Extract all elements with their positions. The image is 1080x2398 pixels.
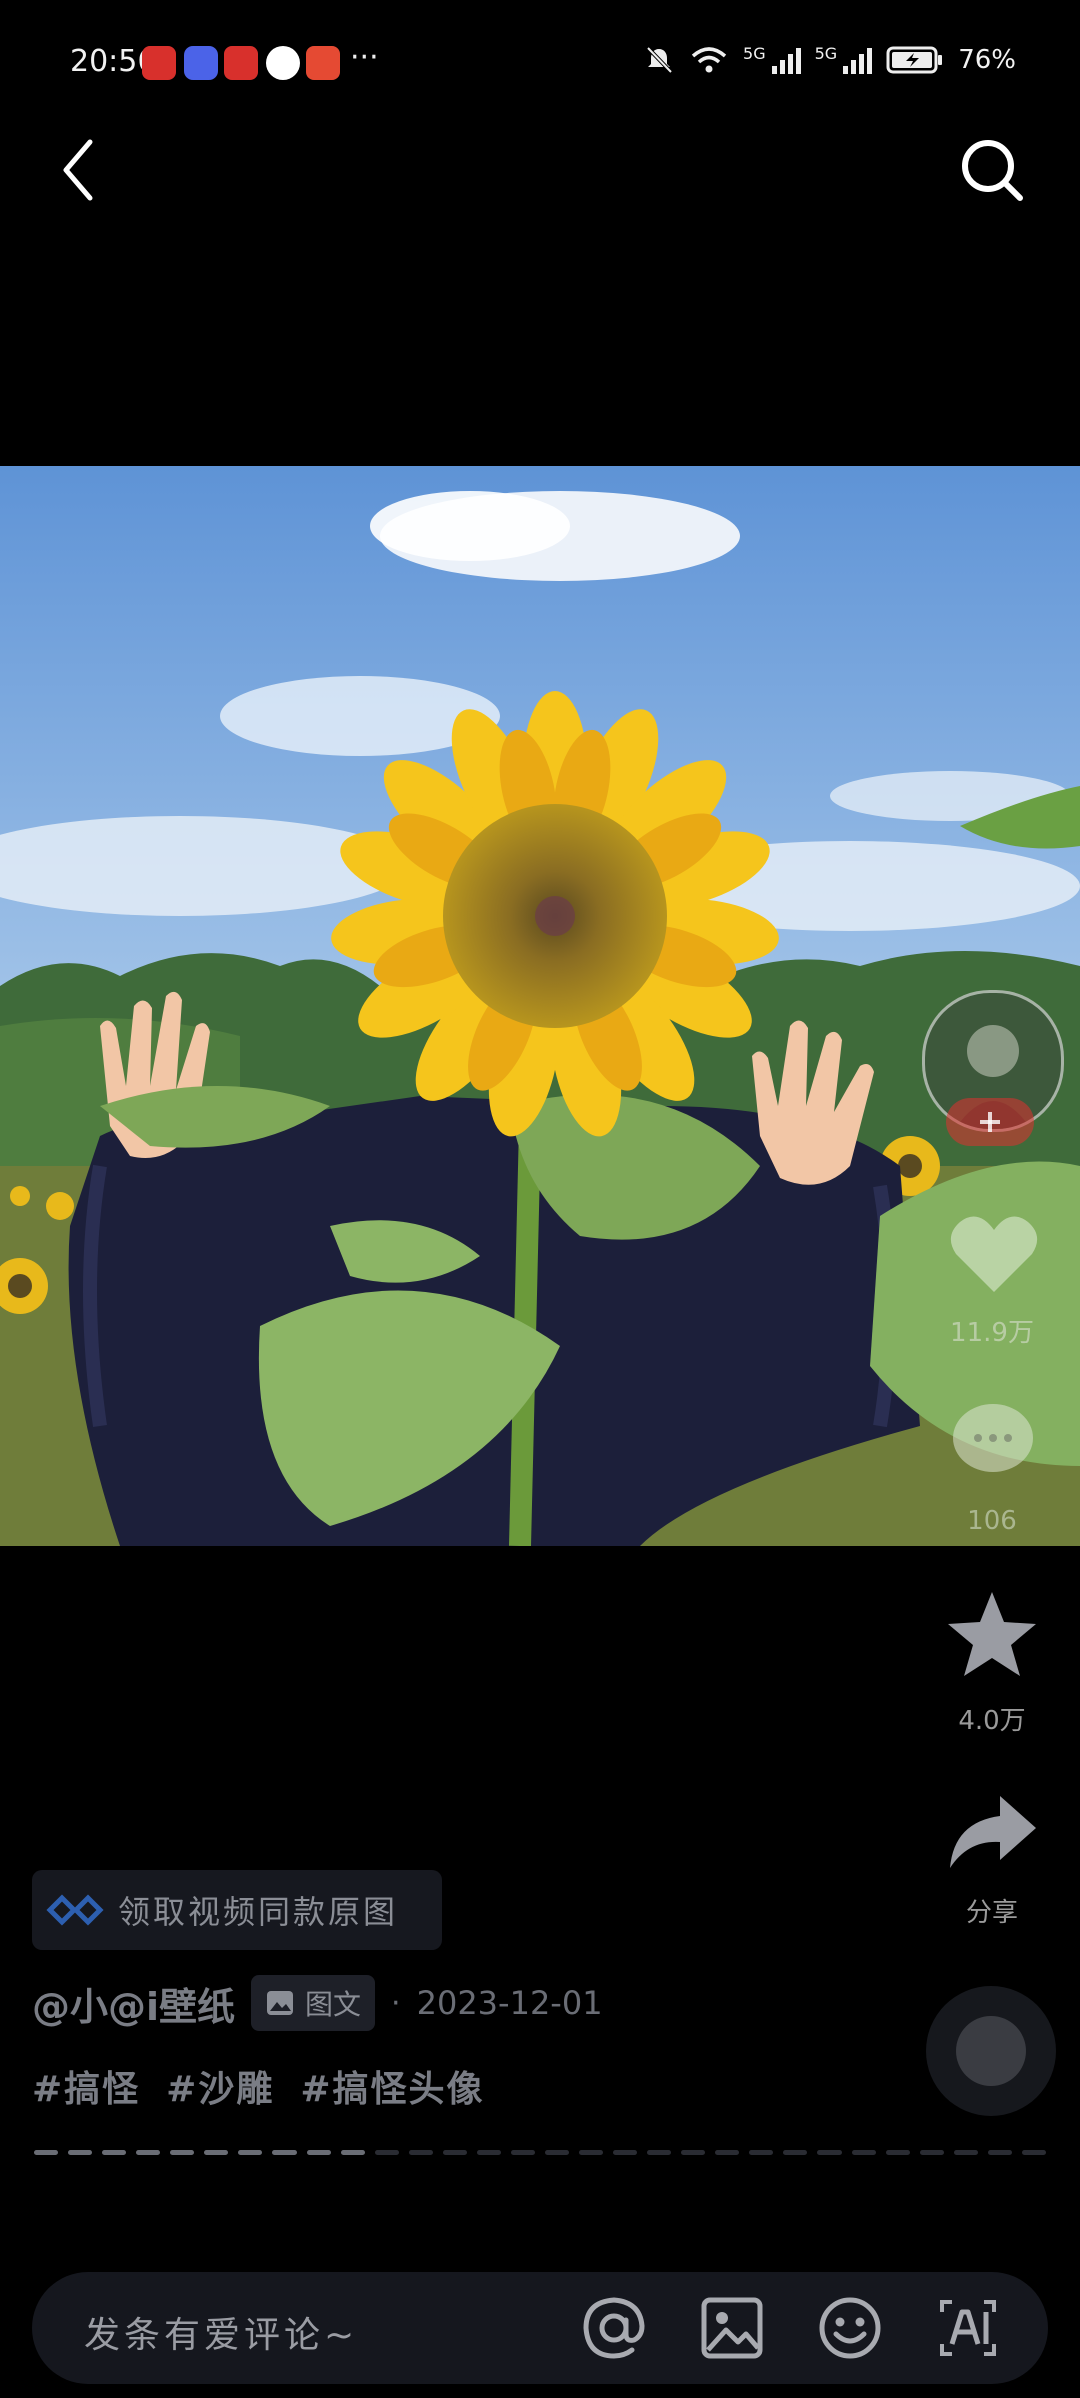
comment-count: 106 xyxy=(967,1506,1017,1536)
progress-segment xyxy=(272,2150,297,2155)
post-date: 2023-12-01 xyxy=(416,1984,603,2022)
claim-original-image-banner[interactable]: 领取视频同款原图 xyxy=(32,1870,442,1950)
hashtag[interactable]: #沙雕 xyxy=(166,2060,274,2112)
progress-segment xyxy=(340,2150,365,2155)
music-app-notification-icon xyxy=(184,46,218,80)
battery-percent: 76% xyxy=(958,45,1016,75)
progress-segment xyxy=(408,2150,433,2155)
progress-segment xyxy=(749,2150,774,2155)
link-chain-icon xyxy=(46,1894,104,1926)
progress-segment xyxy=(68,2150,93,2155)
progress-segment xyxy=(851,2150,876,2155)
post-type-badge: 图文 xyxy=(251,1975,376,2031)
app-notification-icon xyxy=(142,46,176,80)
plus-icon xyxy=(980,1112,1000,1132)
hashtag-list: #搞怪 #沙雕 #搞怪头像 xyxy=(32,2060,485,2112)
comment-bubble-icon[interactable] xyxy=(948,1400,1038,1480)
progress-segment xyxy=(715,2150,740,2155)
progress-segment xyxy=(238,2150,263,2155)
progress-segment xyxy=(170,2150,195,2155)
progress-segment xyxy=(885,2150,910,2155)
author-name[interactable]: @小@i壁纸 xyxy=(32,1976,235,2031)
image-text-icon xyxy=(267,1991,294,2015)
comment-input-bar[interactable]: 发条有爱评论~ xyxy=(32,2272,1048,2384)
sunflower-photo-image xyxy=(0,466,1080,1546)
wifi-icon xyxy=(691,47,727,73)
progress-segment xyxy=(102,2150,127,2155)
post-type-label: 图文 xyxy=(305,1988,362,2021)
app-notification-icon xyxy=(306,46,340,80)
more-notifications-icon: ··· xyxy=(350,40,379,75)
post-photo[interactable] xyxy=(0,466,1080,1546)
app-notification-icon xyxy=(224,46,258,80)
signal-icon xyxy=(843,46,873,74)
progress-segment xyxy=(783,2150,808,2155)
network-type-label: 5G xyxy=(814,43,838,63)
progress-segment xyxy=(374,2150,399,2155)
search-icon[interactable] xyxy=(952,130,1032,210)
progress-segment xyxy=(510,2150,535,2155)
follow-button[interactable] xyxy=(946,1098,1034,1146)
comment-input-placeholder[interactable]: 发条有爱评论~ xyxy=(84,2306,358,2358)
emoji-icon[interactable] xyxy=(816,2294,884,2362)
mention-at-icon[interactable] xyxy=(580,2294,648,2362)
music-cover-icon xyxy=(956,2016,1026,2086)
favorite-count: 4.0万 xyxy=(958,1706,1026,1736)
progress-segment xyxy=(953,2150,978,2155)
hashtag[interactable]: #搞怪头像 xyxy=(300,2060,484,2112)
progress-segment xyxy=(919,2150,944,2155)
signal-icon xyxy=(771,46,801,74)
progress-segment xyxy=(306,2150,331,2155)
progress-segment xyxy=(544,2150,569,2155)
progress-segment xyxy=(817,2150,842,2155)
progress-segment xyxy=(204,2150,229,2155)
back-icon[interactable] xyxy=(50,130,110,210)
progress-segment xyxy=(579,2150,604,2155)
music-disc-button[interactable] xyxy=(926,1986,1056,2116)
progress-segment xyxy=(442,2150,467,2155)
battery-icon xyxy=(886,46,943,74)
mute-icon xyxy=(646,46,673,74)
share-label: 分享 xyxy=(965,1898,1018,1928)
progress-segment xyxy=(476,2150,501,2155)
image-progress-indicator xyxy=(34,2150,1046,2156)
progress-segment xyxy=(1021,2150,1046,2155)
hashtag[interactable]: #搞怪 xyxy=(32,2060,140,2112)
network-type-label: 5G xyxy=(743,43,766,63)
progress-segment xyxy=(34,2150,59,2155)
status-right-group: 5G 5G 76% xyxy=(643,44,1016,76)
date-separator: · xyxy=(391,1985,401,2021)
share-arrow-icon[interactable] xyxy=(944,1792,1040,1872)
like-count: 11.9万 xyxy=(950,1318,1034,1348)
progress-segment xyxy=(987,2150,1012,2155)
progress-segment xyxy=(613,2150,638,2155)
hand-notification-icon xyxy=(266,46,300,80)
image-picker-icon[interactable] xyxy=(698,2294,766,2362)
claim-banner-text: 领取视频同款原图 xyxy=(118,1893,399,1931)
progress-segment xyxy=(647,2150,672,2155)
ai-assistant-icon[interactable] xyxy=(934,2294,1002,2362)
progress-segment xyxy=(136,2150,161,2155)
progress-segment xyxy=(681,2150,706,2155)
author-row: @小@i壁纸 图文 · 2023-12-01 xyxy=(32,1975,603,2031)
favorite-star-icon[interactable] xyxy=(944,1588,1040,1680)
like-heart-icon[interactable] xyxy=(946,1210,1042,1300)
